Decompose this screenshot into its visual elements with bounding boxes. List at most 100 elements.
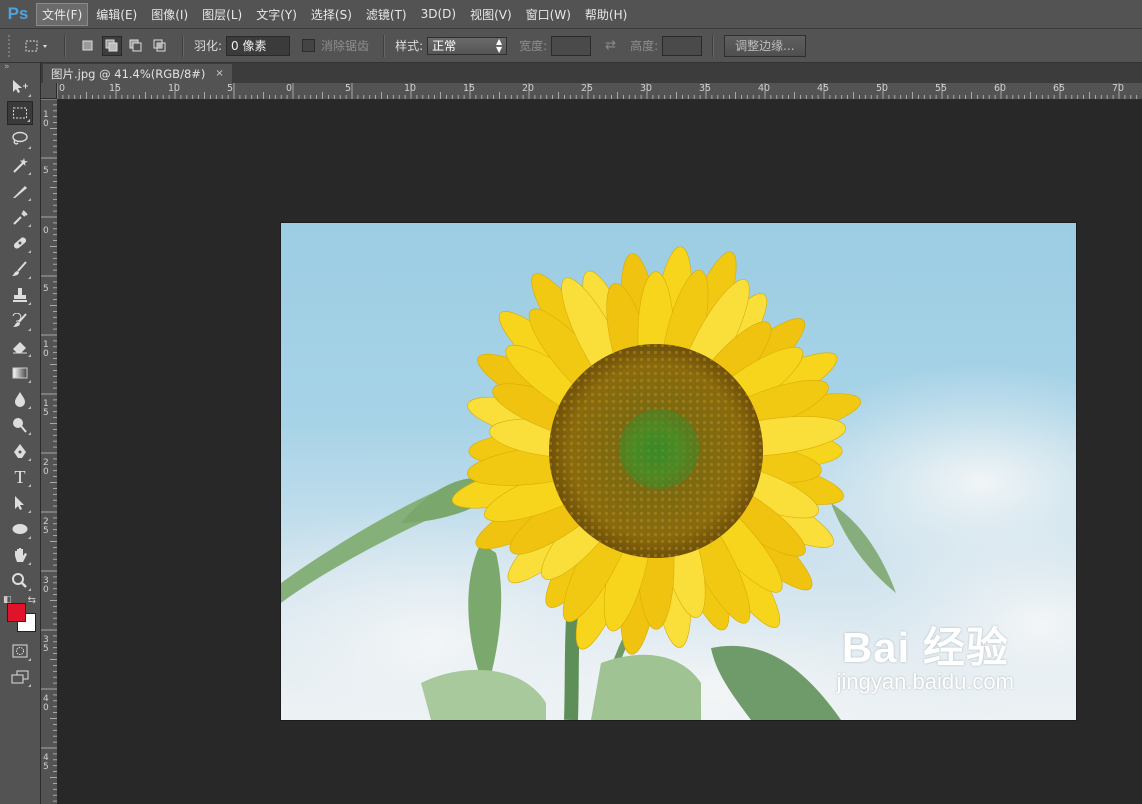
eyedropper-icon [13,210,28,225]
menu-type[interactable]: 文字(Y) [250,3,303,26]
history-brush-tool[interactable] [7,309,33,333]
subtract-from-selection-button[interactable] [126,36,146,56]
intersect-selection-button[interactable] [150,36,170,56]
ruler-label: 3 5 [43,635,49,654]
marquee-icon [13,107,27,119]
ruler-label: 1 5 [43,399,49,418]
swap-dimensions-icon[interactable]: ⇄ [605,38,616,53]
brush-tool[interactable] [7,257,33,281]
subtract-selection-icon [129,39,142,51]
document-tab-bar: 图片.jpg @ 41.4%(RGB/8#) × [41,63,1142,84]
ruler-label: 15 [109,83,122,94]
horizontal-ruler[interactable]: 0 15 10 5 0 5 10 15 20 25 30 35 40 45 50… [57,83,1142,100]
crop-tool[interactable] [7,179,33,203]
healing-brush-tool[interactable] [7,231,33,255]
pen-tool[interactable] [7,439,33,463]
gradient-tool[interactable] [7,361,33,385]
new-selection-button[interactable] [78,36,98,56]
ruler-label: 15 [463,83,476,94]
quick-mask-button[interactable] [7,639,33,663]
add-to-selection-button[interactable] [102,35,122,56]
ellipse-icon [12,524,28,534]
tool-preset-picker[interactable] [20,35,54,57]
ruler-label: 1 0 [43,110,49,129]
height-input[interactable] [662,35,703,56]
path-selection-tool[interactable] [7,491,33,515]
menu-window[interactable]: 窗口(W) [520,3,577,26]
add-selection-icon [105,39,118,51]
style-label: 样式: [395,39,424,53]
menu-edit[interactable]: 编辑(E) [90,3,143,26]
eraser-tool[interactable] [7,335,33,359]
ruler-label: 10 [404,83,417,94]
ruler-label: 60 [994,83,1007,94]
close-icon[interactable]: × [215,68,223,79]
menu-3d[interactable]: 3D(D) [415,4,462,24]
hand-tool[interactable] [7,543,33,567]
move-icon [13,80,28,93]
document-tab[interactable]: 图片.jpg @ 41.4%(RGB/8#) × [43,64,232,83]
stamp-icon [13,288,27,302]
watermark-site: jingyan.baidu.com [836,669,1014,694]
menu-filter[interactable]: 滤镜(T) [360,3,413,26]
dodge-tool[interactable] [7,413,33,437]
type-tool[interactable]: T [7,465,33,489]
menu-view[interactable]: 视图(V) [464,3,518,26]
refine-edge-button[interactable]: 调整边缘... [724,34,806,57]
options-grip[interactable] [8,34,14,57]
ruler-label: 20 [522,83,535,94]
menu-help[interactable]: 帮助(H) [579,3,633,26]
ruler-origin[interactable] [41,83,57,99]
ruler-label: 70 [1112,83,1125,94]
ruler-label: 5 [43,284,49,294]
move-tool[interactable] [7,75,33,99]
ruler-label: 25 [581,83,594,94]
ellipse-tool[interactable] [7,517,33,541]
lasso-icon [12,131,28,145]
menu-image[interactable]: 图像(I) [145,3,194,26]
ruler-label: 30 [640,83,653,94]
style-select-value: 正常 [432,39,457,53]
ruler-label: 1 0 [43,340,49,359]
baidu-watermark: Bai 经验 jingyan.baidu.com [837,626,1014,694]
ruler-label: 2 5 [43,517,49,536]
document-tab-title: 图片.jpg @ 41.4%(RGB/8#) [51,66,206,81]
eyedropper-tool[interactable] [7,205,33,229]
zoom-icon [12,573,27,588]
toolbox-collapse-button[interactable]: » [0,63,40,73]
clone-stamp-tool[interactable] [7,283,33,307]
magic-wand-tool[interactable] [7,153,33,177]
pen-nib-icon [13,186,27,198]
style-select[interactable]: 正常 ▲ ▼ [427,36,508,55]
menu-file[interactable]: 文件(F) [36,2,89,26]
horizontal-ruler-ticks [57,83,1138,99]
feather-label: 羽化: [194,39,223,53]
pen-icon [14,444,26,458]
antialias-checkbox[interactable] [302,39,316,52]
zoom-tool[interactable] [7,569,33,593]
hand-icon [15,548,27,562]
ruler-label: 40 [758,83,771,94]
screen-mode-button[interactable] [7,665,33,689]
vertical-ruler[interactable]: 1 0 5 0 5 1 0 1 5 2 0 2 5 3 0 3 5 4 0 4 … [41,99,58,804]
swap-colors-icon[interactable]: ⇆ [28,595,36,606]
watermark-logo: Bai 经验 [841,624,1009,671]
ruler-label: 35 [699,83,712,94]
width-input[interactable] [551,35,592,56]
document-image[interactable]: Bai 经验 jingyan.baidu.com [281,223,1076,720]
foreground-color-swatch[interactable] [7,603,26,622]
lasso-tool[interactable] [7,127,33,151]
photoshop-logo: Ps [7,4,29,23]
ruler-label: 0 [286,83,293,94]
toolbox: » T ◧ ⇆ [0,63,41,804]
antialias-label: 消除锯齿 [321,39,370,53]
ruler-label: 65 [1053,83,1066,94]
blur-tool[interactable] [7,387,33,411]
ruler-label: 0 [43,226,49,236]
menu-layer[interactable]: 图层(L) [196,3,248,26]
ruler-label: 0 [59,83,66,94]
type-icon: T [14,466,26,487]
rectangular-marquee-tool[interactable] [7,101,33,125]
menu-select[interactable]: 选择(S) [305,3,358,26]
feather-input[interactable]: 0 像素 [226,35,291,56]
